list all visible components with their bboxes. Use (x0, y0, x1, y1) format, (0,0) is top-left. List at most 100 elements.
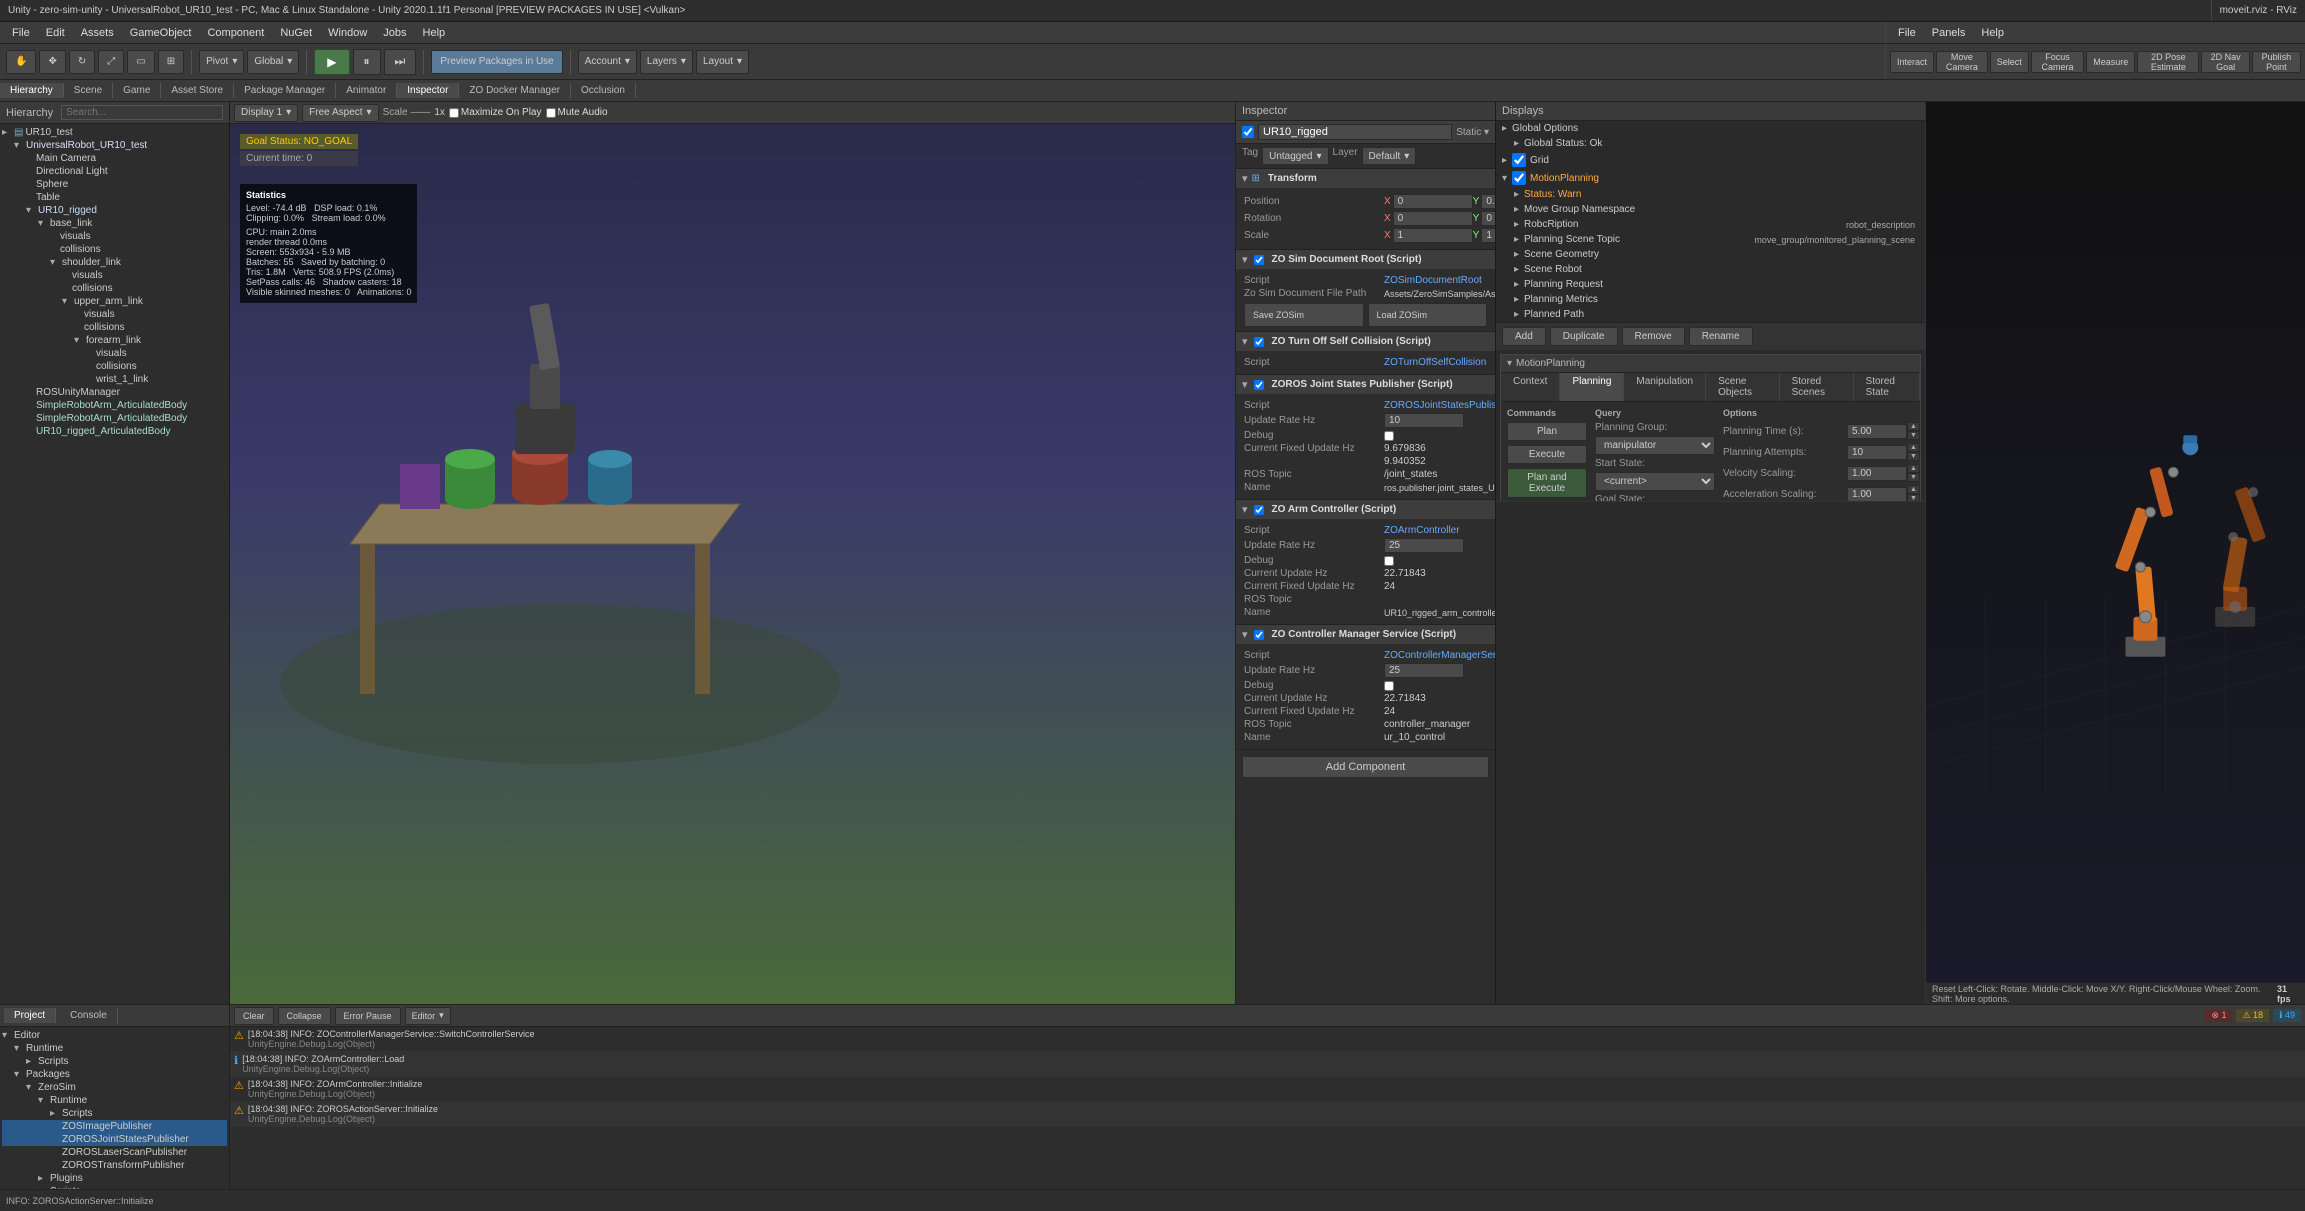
list-item[interactable]: ▾Packages (2, 1068, 227, 1081)
display-dropdown[interactable]: Display 1 ▾ (234, 104, 298, 122)
hierarchy-search[interactable] (61, 105, 223, 120)
list-item[interactable]: ZOROSLaserScanPublisher (2, 1146, 227, 1159)
list-item[interactable]: ▾ UR10_rigged (2, 204, 227, 217)
list-item[interactable]: collisions (2, 282, 227, 295)
rviz-publish-point-btn[interactable]: Publish Point (2252, 51, 2301, 73)
list-item[interactable]: ▾ UniversalRobot_UR10_test (2, 139, 227, 152)
rviz-select-btn[interactable]: Select (1990, 51, 2029, 73)
menu-component[interactable]: Component (199, 25, 272, 41)
rviz-menu-file[interactable]: File (1890, 25, 1924, 41)
planning-time-up[interactable]: ▲ (1907, 422, 1920, 431)
zo-sim-doc-root-header[interactable]: ▾ ZO Sim Document Root (Script) (1236, 250, 1495, 269)
list-item[interactable]: collisions (2, 321, 227, 334)
tab-package-manager[interactable]: Package Manager (234, 83, 336, 98)
list-item[interactable]: ▾ upper_arm_link (2, 295, 227, 308)
tab-scene[interactable]: Scene (64, 83, 113, 98)
pause-button[interactable]: ⏸ (353, 49, 381, 75)
list-item[interactable]: wrist_1_link (2, 373, 227, 386)
list-item[interactable]: ▸Plugins (2, 1172, 227, 1185)
menu-edit[interactable]: Edit (38, 25, 73, 41)
rot-y[interactable] (1481, 211, 1495, 226)
grid-check[interactable] (1512, 153, 1526, 167)
displays-duplicate-btn[interactable]: Duplicate (1550, 327, 1618, 346)
list-item[interactable]: SimpleRobotArm_ArticulatedBody (2, 412, 227, 425)
accel-scaling-down[interactable]: ▼ (1907, 494, 1920, 502)
displays-planning-metrics[interactable]: ▸ Planning Metrics (1496, 292, 1925, 307)
displays-global-status[interactable]: ▸ Global Status: Ok (1496, 136, 1925, 151)
rviz-move-camera-btn[interactable]: Move Camera (1936, 51, 1988, 73)
rviz-menu-panels[interactable]: Panels (1924, 25, 1974, 41)
menu-assets[interactable]: Assets (73, 25, 122, 41)
displays-rename-btn[interactable]: Rename (1689, 327, 1753, 346)
displays-planning-scene-topic[interactable]: ▸ Planning Scene Topic move_group/monito… (1496, 232, 1925, 247)
console-entry[interactable]: ⚠ [18:04:38] INFO: ZOArmController::Init… (230, 1077, 2305, 1102)
menu-gameobject[interactable]: GameObject (122, 25, 200, 41)
console-error-pause-btn[interactable]: Error Pause (335, 1007, 401, 1025)
tab-occlusion[interactable]: Occlusion (571, 83, 636, 98)
step-button[interactable]: ⏭ (384, 49, 417, 75)
tab-hierarchy[interactable]: Hierarchy (0, 83, 64, 98)
velocity-scaling-input[interactable] (1847, 466, 1907, 481)
displays-global-options[interactable]: ▸ Global Options (1496, 121, 1925, 136)
object-name-input[interactable] (1258, 124, 1452, 140)
play-button[interactable]: ▶ (314, 49, 349, 75)
tab-project[interactable]: Project (4, 1008, 56, 1023)
motion-tab-stored-scenes[interactable]: Stored Scenes (1780, 373, 1854, 401)
plan-btn[interactable]: Plan (1507, 422, 1587, 441)
add-component-btn[interactable]: Add Component (1242, 756, 1489, 778)
mute-audio[interactable]: Mute Audio (546, 107, 608, 118)
planning-attempts-input[interactable] (1847, 445, 1907, 460)
tab-inspector[interactable]: Inspector (397, 83, 459, 98)
console-entry[interactable]: ⚠ [18:04:38] INFO: ZOROSActionServer::In… (230, 1102, 2305, 1127)
list-item[interactable]: visuals (2, 269, 227, 282)
list-item[interactable]: Table (2, 191, 227, 204)
tool-rotate[interactable]: ↻ (69, 50, 95, 74)
tool-transform[interactable]: ⊞ (158, 50, 184, 74)
zoros-joint-toggle[interactable] (1254, 380, 1264, 390)
rviz-menu-help[interactable]: Help (1973, 25, 2012, 41)
motion-tab-planning[interactable]: Planning (1560, 373, 1624, 401)
tool-rect[interactable]: ▭ (127, 50, 154, 74)
displays-planning-request[interactable]: ▸ Planning Request (1496, 277, 1925, 292)
rviz-interact-btn[interactable]: Interact (1890, 51, 1934, 73)
tab-zo-docker[interactable]: ZO Docker Manager (459, 83, 571, 98)
tab-game[interactable]: Game (113, 83, 161, 98)
save-zosim-btn[interactable]: Save ZOSim (1244, 303, 1364, 327)
menu-file[interactable]: File (4, 25, 38, 41)
global-dropdown[interactable]: Global ▾ (247, 50, 299, 74)
console-entry[interactable]: ⚠ [18:04:38] INFO: ZOControllerManagerSe… (230, 1027, 2305, 1052)
console-entry[interactable]: ℹ [18:04:38] INFO: ZOArmController::Load… (230, 1052, 2305, 1077)
planning-attempts-up[interactable]: ▲ (1907, 443, 1920, 452)
displays-motion-planning[interactable]: ▾ MotionPlanning (1496, 169, 1925, 187)
tool-hand[interactable]: ✋ (6, 50, 36, 74)
list-item[interactable]: ▾Runtime (2, 1042, 227, 1055)
list-item[interactable]: ZOROSTransformPublisher (2, 1159, 227, 1172)
displays-scene-geometry[interactable]: ▸ Scene Geometry (1496, 247, 1925, 262)
list-item[interactable]: visuals (2, 308, 227, 321)
displays-planned-path[interactable]: ▸ Planned Path (1496, 307, 1925, 322)
list-item[interactable]: Main Camera (2, 152, 227, 165)
object-active-toggle[interactable] (1242, 126, 1254, 138)
tag-dropdown[interactable]: Untagged ▾ (1262, 147, 1328, 165)
list-item[interactable]: ▾ forearm_link (2, 334, 227, 347)
motion-planning-check[interactable] (1512, 171, 1526, 185)
accel-scaling-input[interactable] (1847, 487, 1907, 502)
maximize-on-play[interactable]: Maximize On Play (449, 107, 542, 118)
plan-execute-btn[interactable]: Plan and Execute (1507, 468, 1587, 498)
planning-time-down[interactable]: ▼ (1907, 431, 1920, 440)
rviz-measure-btn[interactable]: Measure (2086, 51, 2135, 73)
menu-nuget[interactable]: NuGet (272, 25, 320, 41)
displays-grid[interactable]: ▸ Grid (1496, 151, 1925, 169)
preview-packages-btn[interactable]: Preview Packages in Use (431, 50, 562, 74)
ctrl-mgr-debug[interactable] (1384, 681, 1394, 691)
list-item[interactable]: ▾Runtime (2, 1094, 227, 1107)
scale-x[interactable] (1393, 228, 1473, 243)
accel-scaling-up[interactable]: ▲ (1907, 485, 1920, 494)
list-item[interactable]: collisions (2, 243, 227, 256)
arm-debug[interactable] (1384, 556, 1394, 566)
list-item[interactable]: visuals (2, 347, 227, 360)
zo-arm-controller-header[interactable]: ▾ ZO Arm Controller (Script) (1236, 500, 1495, 519)
list-item[interactable]: UR10_rigged_ArticulatedBody (2, 425, 227, 438)
list-item[interactable]: ▸Scripts (2, 1107, 227, 1120)
list-item[interactable]: ▸Scripts (2, 1055, 227, 1068)
